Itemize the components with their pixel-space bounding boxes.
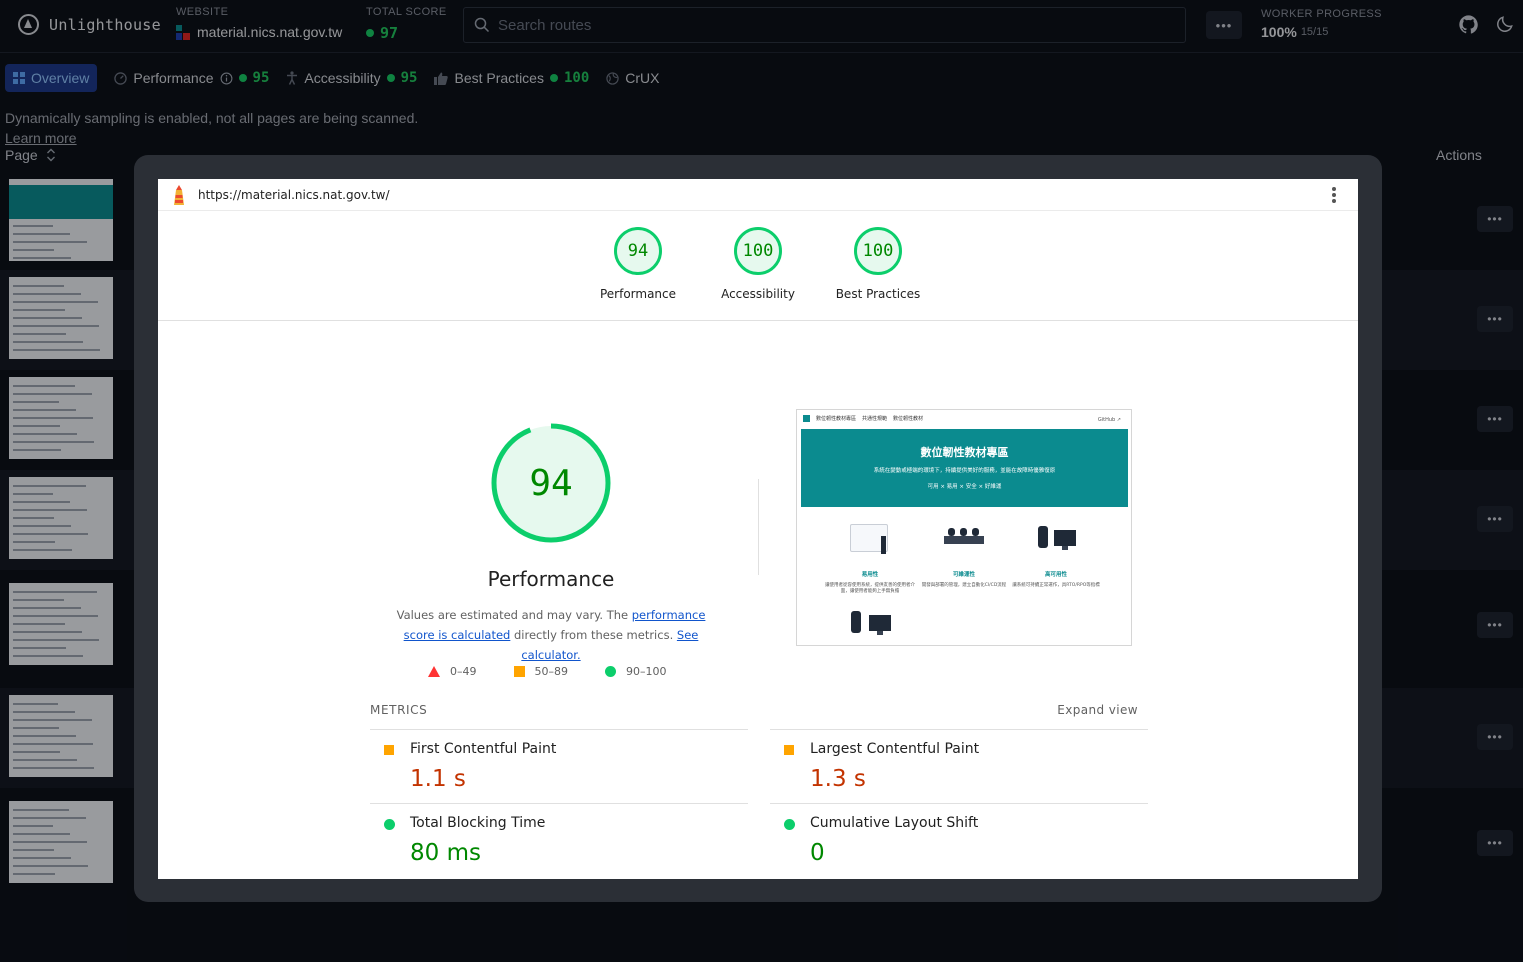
expand-view-toggle[interactable]: Expand view	[1057, 703, 1138, 717]
maintainability-illustration-icon	[942, 522, 986, 556]
pass-circle-icon	[784, 819, 795, 830]
pass-circle-icon	[605, 666, 616, 677]
score-summary: 94 Performance 100 Accessibility 100 Bes…	[158, 211, 1358, 321]
screenshot-feature-desc: 讓系統可持續正常運作，具RTO/RPO等指標	[1012, 583, 1100, 588]
screenshot-feature: 高可用性 讓系統可持續正常運作，具RTO/RPO等指標	[1011, 522, 1101, 589]
gauge-best-practices[interactable]: 100 Best Practices	[818, 227, 938, 301]
availability-illustration-icon	[1034, 522, 1078, 556]
screenshot-hero: 數位韌性教材專區 系統在變動或極端的環境下，持續提供美好的服務，並能在故障時優雅…	[801, 429, 1128, 507]
legend-fail-range: 0–49	[450, 665, 477, 678]
score-legend: 0–49 50–89 90–100	[428, 665, 704, 678]
report-menu-icon[interactable]	[1332, 187, 1336, 205]
metric-value: 80 ms	[410, 840, 481, 866]
performance-score: 94	[529, 462, 573, 504]
metric-name: Total Blocking Time	[410, 815, 546, 831]
report-topbar: https://material.nics.nat.gov.tw/	[158, 179, 1358, 211]
gauge-best-practices-label: Best Practices	[835, 287, 921, 301]
metric-name: Largest Contentful Paint	[810, 741, 980, 757]
explain-middle: directly from these metrics.	[510, 628, 677, 642]
screenshot-feature: 可維運性 開發與部署的管理，建立自動化CI/CD流程	[919, 522, 1009, 589]
report-url: https://material.nics.nat.gov.tw/	[198, 187, 390, 202]
score-explanation: Values are estimated and may vary. The p…	[380, 605, 722, 665]
metrics-title: METRICS	[370, 703, 428, 717]
gauge-accessibility-score: 100	[734, 227, 782, 275]
gauge-performance[interactable]: 94 Performance	[578, 227, 698, 301]
screenshot-hero-tags: 可用 × 易用 × 安全 × 好維運	[927, 484, 1002, 490]
screenshot-logo-icon	[803, 415, 810, 422]
metric-name: Cumulative Layout Shift	[810, 815, 979, 831]
screenshot-hero-title: 數位韌性教材專區	[920, 446, 1009, 459]
metric-total-blocking-time: Total Blocking Time 80 ms	[370, 803, 748, 877]
lighthouse-report: https://material.nics.nat.gov.tw/ 94 Per…	[158, 179, 1358, 879]
legend-pass-range: 90–100	[626, 665, 667, 678]
average-square-icon	[784, 745, 794, 755]
gauge-performance-score: 94	[614, 227, 662, 275]
divider	[758, 479, 759, 575]
screenshot-illustration-icon	[847, 607, 891, 641]
gauge-accessibility[interactable]: 100 Accessibility	[698, 227, 818, 301]
metric-first-contentful-paint: First Contentful Paint 1.1 s	[370, 729, 748, 803]
screenshot-nav-brand: 數位韌性教材專區	[816, 416, 857, 422]
screenshot-github-link: GitHub ↗	[1097, 417, 1121, 423]
gauge-performance-label: Performance	[599, 287, 677, 301]
pass-circle-icon	[384, 819, 395, 830]
screenshot-hero-subtitle: 系統在變動或極端的環境下，持續提供美好的服務，並能在故障時優雅復原	[873, 468, 1056, 474]
metric-largest-contentful-paint: Largest Contentful Paint 1.3 s	[770, 729, 1148, 803]
screenshot-nav-link: 共通性規範	[862, 416, 888, 422]
gauge-best-practices-score: 100	[854, 227, 902, 275]
usability-illustration-icon	[848, 522, 892, 556]
metric-value: 0	[810, 840, 825, 866]
screenshot-feature-title: 易用性	[861, 572, 879, 578]
metric-name: First Contentful Paint	[410, 741, 557, 757]
metric-value: 1.1 s	[410, 766, 466, 792]
screenshot-feature-desc: 開發與部署的管理，建立自動化CI/CD流程	[921, 583, 1007, 588]
lighthouse-logo-icon	[174, 184, 184, 205]
gauge-accessibility-label: Accessibility	[721, 287, 795, 301]
screenshot-feature: 易用性 讓使用者從容使用系統，提供友善的使用者介面，讓使用者能夠上手無負擔	[825, 522, 915, 595]
screenshot-nav: 數位韌性教材專區 共通性規範 數位韌性教材	[803, 415, 923, 422]
average-square-icon	[384, 745, 394, 755]
screenshot-nav-link: 數位韌性教材	[893, 416, 924, 422]
screenshot-feature-title: 可維運性	[952, 572, 975, 578]
legend-average-range: 50–89	[534, 665, 569, 678]
fail-triangle-icon	[428, 666, 440, 677]
metric-cumulative-layout-shift: Cumulative Layout Shift 0	[770, 803, 1148, 877]
metrics-header: METRICS Expand view	[370, 703, 1138, 717]
screenshot-feature-desc: 讓使用者從容使用系統，提供友善的使用者介面，讓使用者能夠上手無負擔	[825, 583, 915, 594]
average-square-icon	[513, 666, 525, 677]
explain-prefix: Values are estimated and may vary. The	[396, 608, 632, 622]
final-screenshot: 數位韌性教材專區 共通性規範 數位韌性教材 GitHub ↗ 數位韌性教材專區 …	[796, 409, 1132, 646]
screenshot-feature-title: 高可用性	[1044, 572, 1067, 578]
metric-value: 1.3 s	[810, 766, 866, 792]
performance-title: Performance	[487, 567, 615, 591]
